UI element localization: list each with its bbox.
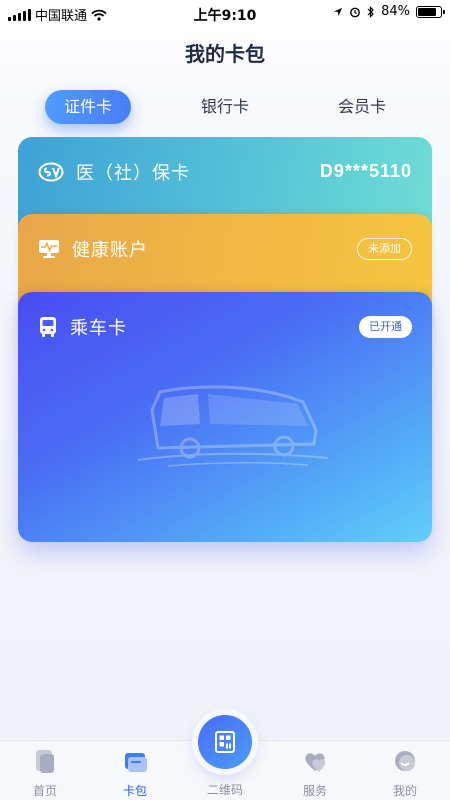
- tab-member-cards[interactable]: 会员卡: [319, 90, 405, 124]
- page-title: 我的卡包: [185, 42, 265, 66]
- tabbar-label: 卡包: [122, 784, 147, 798]
- tabbar-wallet[interactable]: 卡包: [90, 741, 180, 800]
- tab-bank-cards[interactable]: 银行卡: [182, 90, 268, 124]
- battery-percent: 84%: [381, 4, 410, 19]
- wallet-icon: [125, 753, 147, 772]
- alarm-icon: [350, 7, 360, 17]
- qr-code-icon: [215, 731, 235, 753]
- status-right: 84%: [333, 4, 445, 19]
- bus-illustration-icon: [138, 385, 328, 467]
- bus-icon: [40, 317, 56, 337]
- card-header: 健康账户: [38, 236, 148, 262]
- tabbar-label: 我的: [392, 784, 417, 798]
- battery-icon: [416, 5, 445, 18]
- bluetooth-icon: [367, 5, 374, 18]
- tabbar-label: 服务: [302, 784, 327, 798]
- card-number: D9***5110: [319, 161, 412, 181]
- tabbar-home[interactable]: 首页: [0, 741, 90, 800]
- card-title: 医（社）保卡: [76, 163, 190, 184]
- card-header: 医（社）保卡: [38, 159, 190, 185]
- social-security-logo-icon: [38, 162, 64, 182]
- battery-level-fill: [418, 7, 437, 16]
- tabbar-profile[interactable]: 我的: [360, 741, 450, 800]
- tabbar-label-qr: 二维码: [206, 783, 243, 797]
- activated-badge: 已开通: [359, 316, 412, 338]
- qr-code-button[interactable]: [198, 715, 252, 769]
- bus-card[interactable]: 乘车卡 已开通: [18, 292, 432, 542]
- card-title: 乘车卡: [70, 318, 127, 339]
- card-title: 健康账户: [72, 240, 148, 261]
- status-bar: 中国联通 上午9:10 84%: [0, 0, 450, 26]
- health-monitor-icon: [39, 240, 59, 258]
- tabbar-label: 首页: [32, 784, 57, 798]
- home-icon: [36, 750, 54, 773]
- location-arrow-icon: [334, 7, 343, 16]
- tab-id-cards[interactable]: 证件卡: [45, 90, 131, 124]
- tabbar-services[interactable]: 服务: [270, 741, 360, 800]
- profile-icon: [395, 751, 415, 771]
- not-added-badge[interactable]: 未添加: [357, 238, 412, 260]
- card-header: 乘车卡: [38, 314, 127, 340]
- card-category-tabs: 证件卡 银行卡 会员卡: [0, 90, 450, 124]
- heart-service-icon: [305, 753, 326, 772]
